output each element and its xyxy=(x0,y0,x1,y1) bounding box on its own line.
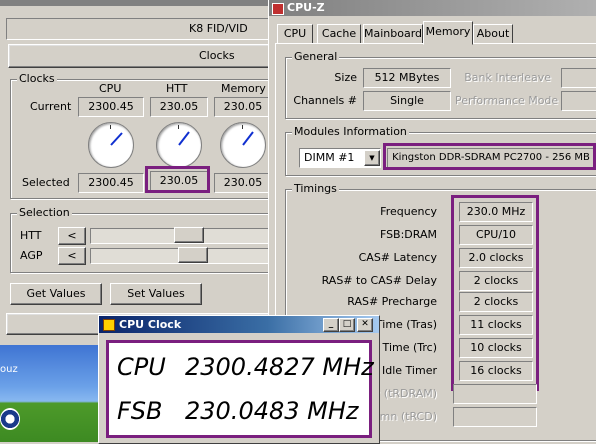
cpuz-titlebar[interactable]: CPU-Z xyxy=(269,0,596,16)
htt-slider-label: HTT xyxy=(20,229,42,242)
current-cpu-value: 2300.45 xyxy=(78,97,144,117)
current-label: Current xyxy=(30,100,72,113)
channels-value: Single xyxy=(363,91,451,111)
timing-label: Frequency xyxy=(380,205,437,218)
timing-value: 2 clocks xyxy=(459,292,533,312)
agp-decrease-button[interactable]: < xyxy=(58,247,86,265)
timing-value: CPU/10 xyxy=(459,225,533,245)
performance-mode-label: Performance Mode xyxy=(455,94,559,107)
bank-interleave-label: Bank Interleave xyxy=(464,71,551,84)
tab-memory[interactable]: Memory xyxy=(423,21,473,45)
size-label: Size xyxy=(334,71,357,84)
clocks-group-title: Clocks xyxy=(17,72,57,85)
bank-interleave-value xyxy=(561,68,596,88)
timing-label: RAS# Precharge xyxy=(347,295,437,308)
cpu-clock-title: CPU Clock xyxy=(119,318,182,331)
tab-cpu[interactable]: CPU xyxy=(277,24,313,44)
selection-group-title: Selection xyxy=(17,206,72,219)
selected-cpu-value: 2300.45 xyxy=(78,173,144,193)
timing-label: CAS# Latency xyxy=(358,251,437,264)
current-htt-value: 230.05 xyxy=(150,97,208,117)
timing-label: RAS# to CAS# Delay xyxy=(321,274,437,287)
timing-value: 2.0 clocks xyxy=(459,248,533,268)
desktop-icon-label[interactable]: ouz xyxy=(0,364,18,375)
modules-group-title: Modules Information xyxy=(292,125,409,138)
col-htt-header: HTT xyxy=(166,82,188,95)
general-group-title: General xyxy=(292,50,340,63)
chevron-down-icon[interactable]: ▼ xyxy=(364,150,380,166)
size-value: 512 MBytes xyxy=(363,68,451,88)
current-memory-value: 230.05 xyxy=(214,97,272,117)
dimm-select[interactable]: DIMM #1 ▼ xyxy=(299,148,381,168)
desktop-app-icon[interactable] xyxy=(0,408,20,430)
selected-htt-highlight xyxy=(145,166,210,193)
htt-gauge xyxy=(156,122,202,168)
set-values-button[interactable]: Set Values xyxy=(110,283,202,305)
col-cpu-header: CPU xyxy=(99,82,122,95)
timing-value-disabled xyxy=(453,407,537,427)
timing-value: 230.0 MHz xyxy=(459,202,533,222)
channels-label: Channels # xyxy=(293,94,357,107)
col-memory-header: Memory xyxy=(221,82,266,95)
cpu-gauge xyxy=(88,122,134,168)
selected-memory-value: 230.05 xyxy=(214,173,272,193)
tab-about[interactable]: About xyxy=(473,24,513,44)
cpu-clock-app-icon xyxy=(103,319,115,331)
tab-mainboard[interactable]: Mainboard xyxy=(363,24,423,44)
module-highlight xyxy=(383,143,596,170)
memory-gauge xyxy=(220,122,266,168)
cpuz-title: CPU-Z xyxy=(287,1,325,14)
timing-value: 2 clocks xyxy=(459,271,533,291)
k8-window: K8 FID/VID Clocks Clocks CPU HTT Memory … xyxy=(0,0,274,345)
close-button[interactable]: ✕ xyxy=(357,318,373,332)
cpu-clock-titlebar[interactable]: CPU Clock _ □ ✕ xyxy=(99,316,379,333)
cpuz-app-icon xyxy=(272,3,284,15)
htt-decrease-button[interactable]: < xyxy=(58,227,86,245)
cpu-clock-cpu-value: 2300.4827 MHz xyxy=(185,353,374,381)
htt-slider-thumb[interactable] xyxy=(174,227,204,243)
cpu-clock-fsb-label: FSB xyxy=(117,397,163,425)
k8-title: K8 FID/VID xyxy=(189,22,248,35)
dimm-select-value: DIMM #1 xyxy=(304,151,355,164)
tab-cache[interactable]: Cache xyxy=(317,24,361,44)
agp-slider-label: AGP xyxy=(20,249,43,262)
k8-title-box: K8 FID/VID xyxy=(6,18,270,40)
cpu-clock-window: CPU Clock _ □ ✕ CPU 2300.4827 MHz FSB 23… xyxy=(98,315,380,444)
maximize-button[interactable]: □ xyxy=(339,318,355,332)
timings-group-title: Timings xyxy=(292,182,339,195)
timing-value-disabled xyxy=(453,384,537,404)
performance-mode-value xyxy=(561,91,596,111)
selected-label: Selected xyxy=(22,176,70,189)
timing-value: 10 clocks xyxy=(459,338,533,358)
k8-titlebar[interactable] xyxy=(0,0,270,6)
cpu-clock-cpu-label: CPU xyxy=(117,353,166,381)
minimize-button[interactable]: _ xyxy=(323,318,339,332)
agp-slider-thumb[interactable] xyxy=(178,247,208,263)
cpu-clock-fsb-value: 230.0483 MHz xyxy=(185,397,359,425)
get-values-button[interactable]: Get Values xyxy=(10,283,102,305)
tab-clocks[interactable]: Clocks xyxy=(8,44,272,68)
timing-value: 11 clocks xyxy=(459,315,533,335)
tab-clocks-label: Clocks xyxy=(199,49,235,62)
timing-value: 16 clocks xyxy=(459,361,533,381)
timing-label: FSB:DRAM xyxy=(379,228,437,241)
